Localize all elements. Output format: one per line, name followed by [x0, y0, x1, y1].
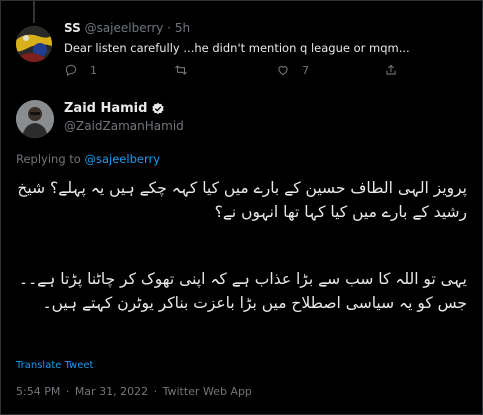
reply-count: 1 — [90, 63, 97, 77]
speech-bubble-icon — [65, 64, 77, 77]
tweet-time[interactable]: 5:54 PM — [16, 385, 60, 398]
avatar-image — [16, 26, 52, 62]
verified-badge-icon — [152, 102, 165, 114]
display-name-row[interactable]: Zaid Hamid — [64, 101, 165, 116]
separator-dot: · — [167, 21, 172, 35]
avatar[interactable] — [16, 100, 54, 138]
handle[interactable]: @ZaidZamanHamid — [64, 119, 184, 133]
display-name[interactable]: SS — [64, 21, 81, 35]
like-count: 7 — [302, 63, 309, 77]
parent-tweet-header: SS @sajeelberry · 5h — [64, 21, 190, 35]
thread-connector-line — [33, 1, 35, 23]
share-icon — [386, 64, 396, 75]
heart-icon — [278, 66, 288, 76]
replying-prefix: Replying to — [16, 152, 81, 166]
handle[interactable]: @sajeelberry — [85, 21, 164, 35]
reply-button[interactable]: 1 — [64, 63, 97, 77]
like-button[interactable]: 7 — [276, 63, 309, 77]
replying-to: Replying to @sajeelberry — [16, 152, 160, 166]
separator-dot: · — [65, 385, 70, 398]
translate-tweet-link[interactable]: Translate Tweet — [16, 360, 93, 371]
tweet-actions: 1 7 — [64, 63, 464, 81]
tweet-metadata: 5:54 PM · Mar 31, 2022 · Twitter Web App — [16, 385, 252, 398]
tweet-thread: SS @sajeelberry · 5h Dear listen careful… — [0, 0, 483, 415]
avatar-image — [16, 100, 54, 138]
tweet-text-paragraph: پرویز الہی الطاف حسین کے بارے میں کیا کہ… — [17, 179, 467, 221]
tweet-date[interactable]: Mar 31, 2022 — [75, 385, 148, 398]
parent-tweet[interactable]: SS @sajeelberry · 5h Dear listen careful… — [1, 1, 482, 89]
share-button[interactable] — [384, 63, 398, 77]
tweet-text: Dear listen carefully ...he didn't menti… — [64, 41, 410, 55]
separator-dot: · — [153, 385, 158, 398]
avatar[interactable] — [16, 26, 52, 62]
mention-link[interactable]: @sajeelberry — [85, 152, 161, 166]
tweet-text-paragraph: یہی تو اللہ کا سب سے بڑا عذاب ہے کہ اپنی… — [19, 270, 467, 312]
retweet-button[interactable] — [174, 63, 200, 77]
tweet-source[interactable]: Twitter Web App — [163, 385, 252, 398]
display-name[interactable]: Zaid Hamid — [64, 101, 147, 116]
timestamp[interactable]: 5h — [175, 21, 190, 35]
retweet-icon — [175, 65, 187, 75]
